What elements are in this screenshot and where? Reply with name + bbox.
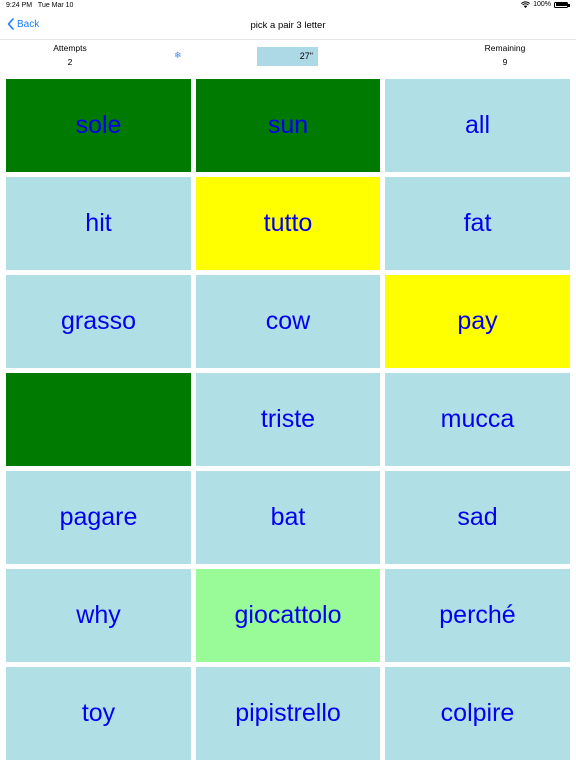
word-tile[interactable]: pagare	[6, 471, 191, 564]
status-bar: 9:24 PM Tue Mar 10 100%	[0, 0, 576, 12]
word-tile-label: sad	[457, 503, 498, 531]
word-tile[interactable]: perché	[385, 569, 570, 662]
word-tile[interactable]: colpire	[385, 667, 570, 760]
word-tile[interactable]: fat	[385, 177, 570, 270]
remaining-label: Remaining	[484, 43, 526, 53]
word-tile[interactable]: sole	[6, 79, 191, 172]
word-tile[interactable]: giocattolo	[196, 569, 380, 662]
timer-display: 27"	[257, 47, 318, 66]
word-tile[interactable]: pay	[385, 275, 570, 368]
status-time: 9:24 PM Tue Mar 10	[6, 2, 73, 9]
word-tile[interactable]: hit	[6, 177, 191, 270]
page-title: pick a pair 3 letter	[250, 20, 326, 31]
word-tile[interactable]: grasso	[6, 275, 191, 368]
word-tile[interactable]: pipistrello	[196, 667, 380, 760]
word-tile-label: fat	[463, 209, 492, 237]
word-tile-label: colpire	[440, 699, 515, 727]
word-tile[interactable]: all	[385, 79, 570, 172]
word-tile[interactable]: toy	[6, 667, 191, 760]
word-tile-label: why	[76, 601, 121, 629]
word-grid: sole sun all hit tutto fat grasso cow pay triste m…	[6, 79, 570, 760]
word-tile-label: bat	[270, 503, 306, 531]
word-tile[interactable]: cow	[196, 275, 380, 368]
attempts-label: Attempts	[53, 43, 87, 53]
word-tile[interactable]: mucca	[385, 373, 570, 466]
word-tile-label: all	[464, 111, 490, 139]
attempts-value: 2	[67, 57, 73, 67]
remaining-stat: Remaining 9	[475, 41, 535, 69]
status-time-text: 9:24 PM	[6, 2, 33, 9]
word-tile-label: perché	[439, 601, 516, 629]
word-tile-label: hit	[85, 209, 112, 237]
word-tile-label: triste	[260, 405, 316, 433]
wifi-icon	[521, 1, 531, 8]
battery-icon	[554, 1, 570, 8]
status-date-text: Tue Mar 10	[37, 2, 74, 9]
word-tile[interactable]: triste	[196, 373, 380, 466]
remaining-value: 9	[502, 57, 508, 67]
battery-percent: 100%	[533, 1, 551, 8]
word-tile[interactable]: tutto	[196, 177, 380, 270]
word-tile-label: cow	[265, 307, 311, 335]
snowflake-icon[interactable]: ❄	[174, 50, 182, 61]
word-tile-label: toy	[81, 699, 116, 727]
word-tile-label: pagare	[59, 503, 138, 531]
word-tile-label: tutto	[263, 209, 313, 237]
word-tile-label: pipistrello	[235, 699, 341, 727]
word-tile-label: giocattolo	[234, 601, 342, 629]
word-tile-label: sun	[267, 111, 309, 139]
word-tile-label: grasso	[60, 307, 137, 335]
navigation-bar: Back pick a pair 3 letter	[0, 12, 576, 40]
word-tile[interactable]: sun	[196, 79, 380, 172]
word-tile[interactable]: why	[6, 569, 191, 662]
word-tile-label: sole	[75, 111, 122, 139]
word-tile[interactable]: sad	[385, 471, 570, 564]
word-tile-label: pay	[457, 307, 498, 335]
status-right: 100%	[521, 1, 570, 8]
word-tile[interactable]: bat	[196, 471, 380, 564]
word-tile-label: mucca	[440, 405, 515, 433]
attempts-stat: Attempts 2	[40, 41, 100, 69]
word-tile[interactable]	[6, 373, 191, 466]
